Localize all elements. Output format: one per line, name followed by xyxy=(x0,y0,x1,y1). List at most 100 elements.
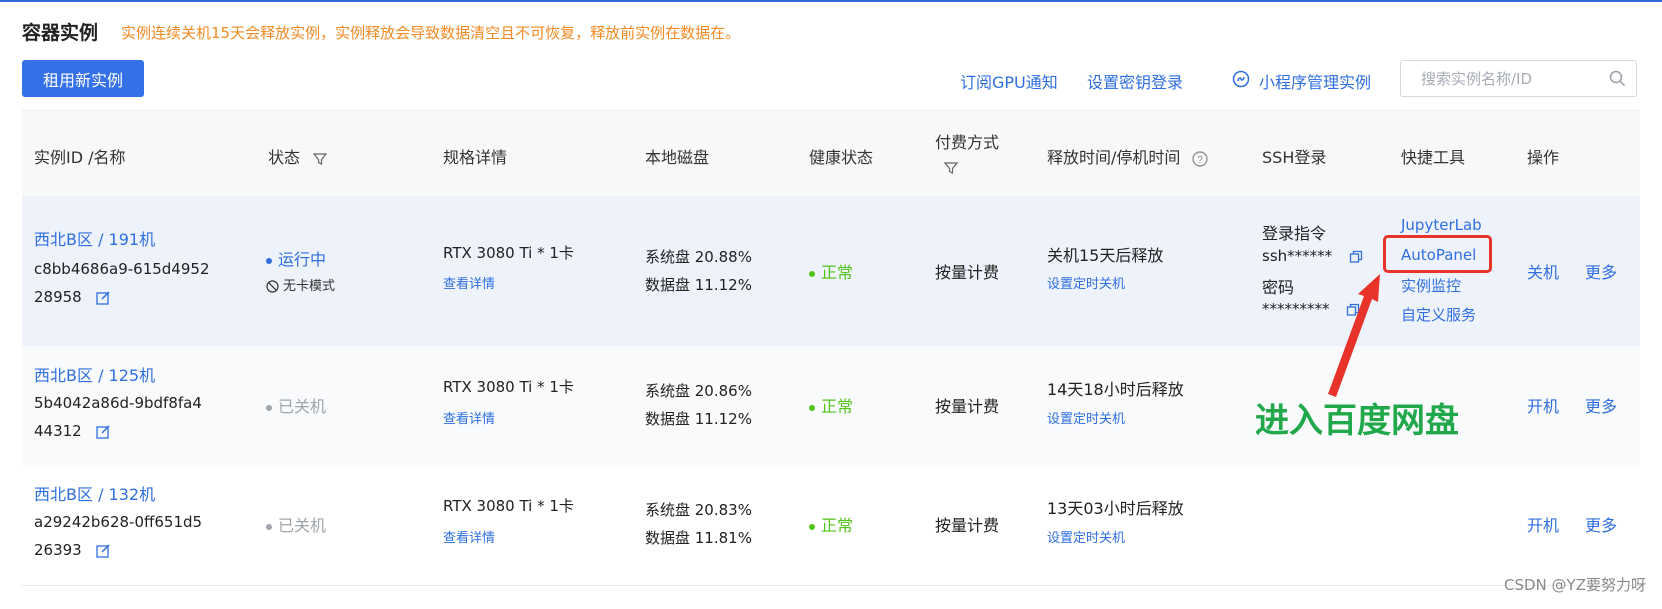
header-health: 健康状态 xyxy=(809,148,874,167)
instance-name-link[interactable]: 西北B区 / 125机 xyxy=(34,362,155,386)
header-ssh: SSH登录 xyxy=(1262,148,1327,167)
instance-id-tail: 28958 xyxy=(34,288,82,306)
status-dot xyxy=(266,523,272,530)
system-disk: 系统盘 20.83% xyxy=(645,501,752,519)
instance-id: 5b4042a86d-9bdf8fa4 xyxy=(34,394,202,412)
more-button[interactable]: 更多 xyxy=(1585,259,1617,283)
header-status-label: 状态 xyxy=(268,148,301,167)
health-label: 正常 xyxy=(821,263,854,282)
system-disk: 系统盘 20.88% xyxy=(645,248,752,266)
table-row: 西北B区 / 132机 a29242b628-0ff651d5 26393 已关… xyxy=(22,465,1640,586)
search-input[interactable] xyxy=(1419,61,1613,96)
status-stopped: 已关机 xyxy=(266,512,326,536)
tool-monitor-link[interactable]: 实例监控 xyxy=(1401,275,1461,296)
ssh-command-value: ssh****** xyxy=(1262,247,1333,265)
instance-name-link[interactable]: 西北B区 / 191机 xyxy=(34,226,155,250)
health-status: 正常 xyxy=(809,259,853,283)
table-header: 实例ID /名称 状态 规格详情 本地磁盘 健康状态 付费方式 释放时间/停机时… xyxy=(22,110,1640,197)
status-label: 已关机 xyxy=(278,516,327,535)
instance-id: c8bb4686a9-615d4952 xyxy=(34,260,210,278)
status-label: 运行中 xyxy=(278,250,327,269)
subscribe-gpu-link[interactable]: 订阅GPU通知 xyxy=(960,69,1058,93)
mode-label: 无卡模式 xyxy=(283,279,336,294)
instance-id-suffix: 28958 xyxy=(34,288,111,306)
annotation-text: 进入百度网盘 xyxy=(1255,401,1459,441)
filter-icon[interactable] xyxy=(312,152,328,166)
status-stopped: 已关机 xyxy=(266,393,326,417)
header-disk: 本地磁盘 xyxy=(645,148,710,167)
watermark: CSDN @YZ要努力呀 xyxy=(1504,576,1646,594)
shutdown-button[interactable]: 关机 xyxy=(1527,259,1559,283)
set-key-login-link[interactable]: 设置密钥登录 xyxy=(1087,69,1183,93)
instance-name-link[interactable]: 西北B区 / 132机 xyxy=(34,481,155,505)
svg-text:?: ? xyxy=(1197,155,1203,166)
instance-id-suffix: 44312 xyxy=(34,422,111,440)
edit-icon[interactable] xyxy=(95,543,111,559)
health-dot xyxy=(809,523,815,530)
ssh-password-label: 密码 xyxy=(1262,278,1295,297)
payment-method: 按量计费 xyxy=(935,516,1000,535)
schedule-shutdown-link[interactable]: 设置定时关机 xyxy=(1047,273,1125,292)
status-dot xyxy=(266,257,272,264)
header-spec: 规格详情 xyxy=(443,148,508,167)
spec-text: RTX 3080 Ti * 1卡 xyxy=(443,497,574,515)
ban-icon xyxy=(266,280,279,293)
release-time: 13天03小时后释放 xyxy=(1047,499,1184,518)
header-payment: 付费方式 xyxy=(935,133,1000,152)
copy-icon[interactable] xyxy=(1349,250,1363,264)
release-time: 14天18小时后释放 xyxy=(1047,380,1184,399)
view-details-link[interactable]: 查看详情 xyxy=(443,527,495,546)
instance-id-suffix: 26393 xyxy=(34,541,111,559)
rent-new-instance-button[interactable]: 租用新实例 xyxy=(22,60,144,97)
miniprogram-manage-link[interactable]: 小程序管理实例 xyxy=(1259,69,1371,93)
instance-id-tail: 44312 xyxy=(34,422,82,440)
header-release-time-label: 释放时间/停机时间 xyxy=(1047,148,1181,167)
health-label: 正常 xyxy=(821,516,854,535)
ssh-command-label: 登录指令 xyxy=(1262,224,1327,243)
header-status: 状态 xyxy=(268,144,328,168)
status-dot xyxy=(266,404,272,411)
header-tools: 快捷工具 xyxy=(1401,148,1466,167)
release-notice: 实例连续关机15天会释放实例，实例释放会导致数据清空且不可恢复，释放前实例在数据… xyxy=(121,24,741,42)
search-box[interactable] xyxy=(1400,60,1637,97)
search-icon[interactable] xyxy=(1609,70,1626,87)
edit-icon[interactable] xyxy=(95,290,111,306)
system-disk: 系统盘 20.86% xyxy=(645,382,752,400)
view-details-link[interactable]: 查看详情 xyxy=(443,408,495,427)
data-disk: 数据盘 11.12% xyxy=(645,410,752,428)
status-running: 运行中 xyxy=(266,246,326,270)
no-gpu-mode: 无卡模式 xyxy=(266,275,335,294)
tool-jupyterlab-link[interactable]: JupyterLab xyxy=(1401,216,1482,234)
instance-id: a29242b628-0ff651d5 xyxy=(34,513,203,531)
health-status: 正常 xyxy=(809,512,853,536)
data-disk: 数据盘 11.81% xyxy=(645,529,752,547)
payment-filter-icon[interactable] xyxy=(944,161,958,175)
tool-custom-service-link[interactable]: 自定义服务 xyxy=(1401,304,1476,325)
view-details-link[interactable]: 查看详情 xyxy=(443,273,495,292)
instance-id-tail: 26393 xyxy=(34,541,82,559)
annotation-arrow-icon xyxy=(1328,274,1380,397)
health-dot xyxy=(809,270,815,277)
edit-icon[interactable] xyxy=(95,424,111,440)
payment-method: 按量计费 xyxy=(935,397,1000,416)
ssh-command: ssh****** xyxy=(1262,247,1363,265)
miniprogram-icon xyxy=(1232,70,1250,88)
page-title: 容器实例 xyxy=(22,22,99,44)
power-on-button[interactable]: 开机 xyxy=(1527,512,1559,536)
payment-method: 按量计费 xyxy=(935,263,1000,282)
autopanel-highlight-box xyxy=(1383,235,1492,273)
schedule-shutdown-link[interactable]: 设置定时关机 xyxy=(1047,527,1125,546)
more-button[interactable]: 更多 xyxy=(1585,393,1617,417)
health-status: 正常 xyxy=(809,393,853,417)
spec-text: RTX 3080 Ti * 1卡 xyxy=(443,244,574,262)
release-time: 关机15天后释放 xyxy=(1047,246,1164,265)
more-button[interactable]: 更多 xyxy=(1585,512,1617,536)
power-on-button[interactable]: 开机 xyxy=(1527,393,1559,417)
data-disk: 数据盘 11.12% xyxy=(645,276,752,294)
header-id-name: 实例ID /名称 xyxy=(34,148,126,167)
top-accent-line xyxy=(0,0,1662,2)
schedule-shutdown-link[interactable]: 设置定时关机 xyxy=(1047,408,1125,427)
help-icon[interactable]: ? xyxy=(1191,150,1208,167)
health-label: 正常 xyxy=(821,397,854,416)
header-actions: 操作 xyxy=(1527,148,1560,167)
